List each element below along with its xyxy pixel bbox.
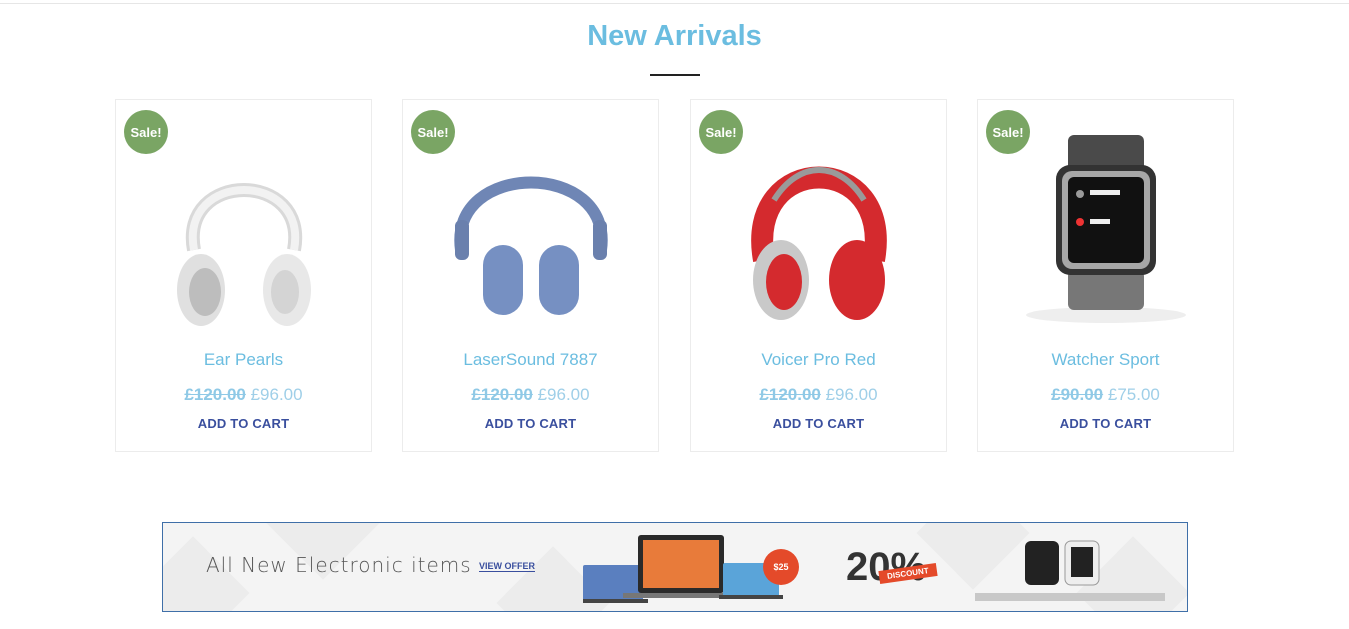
product-image[interactable] (443, 120, 619, 340)
banner-headline: All New Electronic items (206, 553, 472, 577)
price-row: £120.00 £96.00 (403, 385, 658, 405)
red-headphones-icon (751, 166, 887, 320)
smartwatch-icon (1026, 135, 1186, 323)
smartwatches-illustration (975, 540, 1165, 601)
product-name[interactable]: Watcher Sport (978, 350, 1233, 370)
top-divider (0, 3, 1349, 4)
product-image[interactable] (731, 120, 907, 340)
white-headphones-icon (177, 183, 311, 326)
view-offer-link[interactable]: VIEW OFFER (479, 561, 535, 572)
laptops-illustration (583, 535, 783, 603)
old-price: £120.00 (184, 385, 246, 404)
promo-banner[interactable]: All New Electronic items VIEW OFFER $25 … (162, 522, 1188, 612)
product-card[interactable]: Sale! LaserSound 7887 £120.00 £96.00 ADD… (402, 99, 659, 452)
product-name[interactable]: LaserSound 7887 (403, 350, 658, 370)
add-to-cart-button[interactable]: ADD TO CART (403, 416, 658, 431)
add-to-cart-button[interactable]: ADD TO CART (978, 416, 1233, 431)
add-to-cart-button[interactable]: ADD TO CART (691, 416, 946, 431)
old-price: £120.00 (759, 385, 821, 404)
price-row: £120.00 £96.00 (691, 385, 946, 405)
product-image[interactable] (156, 120, 332, 340)
old-price: £120.00 (471, 385, 533, 404)
price-row: £120.00 £96.00 (116, 385, 371, 405)
add-to-cart-button[interactable]: ADD TO CART (116, 416, 371, 431)
product-name[interactable]: Ear Pearls (116, 350, 371, 370)
product-card[interactable]: Sale! Watcher Sport £90.00 £75.00 ADD TO… (977, 99, 1234, 452)
new-price: £96.00 (250, 385, 303, 404)
price-tag: $25 (763, 549, 799, 585)
product-card[interactable]: Sale! Ear Pearls £120.00 £96.00 ADD TO C… (115, 99, 372, 452)
old-price: £90.00 (1051, 385, 1104, 404)
blue-headphones-icon (454, 176, 608, 315)
new-price: £96.00 (537, 385, 590, 404)
new-price: £96.00 (825, 385, 878, 404)
product-image[interactable] (1018, 120, 1194, 340)
product-name[interactable]: Voicer Pro Red (691, 350, 946, 370)
price-row: £90.00 £75.00 (978, 385, 1233, 405)
product-card[interactable]: Sale! Voicer Pro Red £120.00 £96.00 ADD … (690, 99, 947, 452)
new-price: £75.00 (1107, 385, 1160, 404)
title-underline (650, 74, 700, 76)
section-title: New Arrivals (587, 20, 762, 52)
